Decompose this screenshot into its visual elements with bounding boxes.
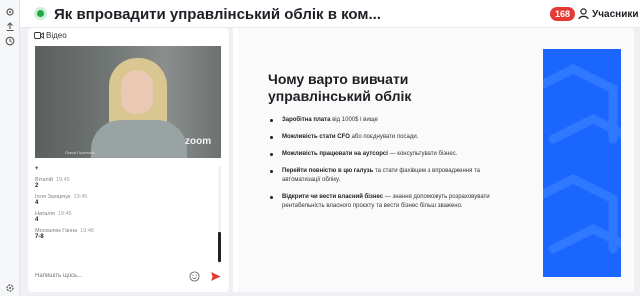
- webinar-title: Як впровадити управлінський облік в ком.…: [54, 6, 381, 23]
- slide-title: Чому варто вивчати управлінський облік: [268, 71, 412, 104]
- left-rail: [0, 0, 20, 296]
- chat-scrollbar[interactable]: [218, 166, 221, 264]
- speaker-video[interactable]: Ольга Горелова zoom: [35, 46, 221, 158]
- bullet-bold-text: Можливість стати CFO: [282, 134, 350, 140]
- bullet-bold-text: Можливість працювати на аутсорсі: [282, 151, 388, 157]
- bullet-text: — консультувати бізнес.: [387, 151, 458, 157]
- participant-count-badge: 168: [550, 7, 576, 21]
- chat-message: +: [35, 166, 221, 172]
- participants-label: Учасники: [592, 9, 639, 20]
- chat-time: 19:45: [57, 211, 72, 217]
- chat-message: Ілля Захарчук 19:45 4: [35, 194, 221, 206]
- chat-time: 19:45: [73, 194, 88, 200]
- video-tile-name: Ольга Горелова: [65, 150, 95, 155]
- bullet-bold-text: Перейти повністю в цю галузь: [282, 168, 374, 174]
- bullet-bold-text: Заробітна плата: [282, 117, 331, 123]
- smiley-icon[interactable]: [189, 271, 200, 282]
- chat-time: 19:45: [55, 177, 70, 183]
- speaker-body: [91, 120, 187, 158]
- zoom-logo: zoom: [185, 136, 212, 147]
- chat-message-text: 4: [35, 200, 39, 206]
- user-icon: [578, 8, 589, 20]
- settings-icon[interactable]: [5, 283, 15, 293]
- bullet-text: або поєднувати посади.: [349, 134, 419, 140]
- upload-icon[interactable]: [5, 22, 15, 32]
- live-indicator-icon: [34, 7, 47, 20]
- chat-message: Москалюк Ганна 19:46 7-8: [35, 228, 221, 240]
- slide-bullet: Перейти повністю в цю галузь та стати фа…: [268, 167, 508, 185]
- slide-bullet-list: Заробітна плата від 1000$ і вище Можливі…: [268, 116, 508, 219]
- slide-bullet: Можливість працювати на аутсорсі — консу…: [268, 150, 508, 159]
- brand-pattern-icon: [543, 63, 621, 254]
- chat-author: Ілля Захарчук: [35, 194, 71, 200]
- chat-messages: + Віталій 19:45 2 Ілля Захарчук 19:45 4 На…: [35, 166, 221, 264]
- presentation-area: Чому варто вивчати управлінський облік З…: [233, 28, 634, 292]
- slide-bullet: Заробітна плата від 1000$ і вище: [268, 116, 508, 125]
- bullet-text: від 1000$ і вище: [330, 117, 378, 123]
- chat-message-text: 2: [35, 183, 39, 189]
- chat-time: 19:46: [80, 228, 94, 234]
- chat-message-text: 4: [35, 217, 39, 223]
- chat-message-text: 7-8: [35, 234, 44, 240]
- clock-icon[interactable]: [5, 36, 15, 46]
- top-bar: Як впровадити управлінський облік в ком.…: [20, 0, 640, 28]
- speaker-face: [121, 70, 153, 114]
- send-icon[interactable]: [210, 271, 221, 282]
- slide-bullet: Можливість стати CFO або поєднувати поса…: [268, 133, 508, 142]
- chat-scrollbar-thumb[interactable]: [218, 232, 221, 262]
- video-label: Відео: [46, 31, 67, 40]
- chat-message: Наталія 19:45 4: [35, 211, 221, 223]
- slide-bullet: Відкрити чи вести власний бізнес — знанн…: [268, 193, 508, 211]
- chat-message: Віталій 19:45 2: [35, 177, 221, 189]
- camera-icon: [34, 32, 44, 39]
- gear-icon[interactable]: [5, 7, 15, 17]
- slide: Чому варто вивчати управлінський облік З…: [238, 28, 634, 292]
- chat-input[interactable]: [35, 268, 185, 284]
- bullet-bold-text: Відкрити чи вести власний бізнес: [282, 194, 384, 200]
- brand-graphic: [543, 49, 621, 277]
- chat-message-text: +: [35, 166, 39, 172]
- left-panel: Відео Ольга Горелова zoom + Віталій 19:45…: [28, 28, 229, 292]
